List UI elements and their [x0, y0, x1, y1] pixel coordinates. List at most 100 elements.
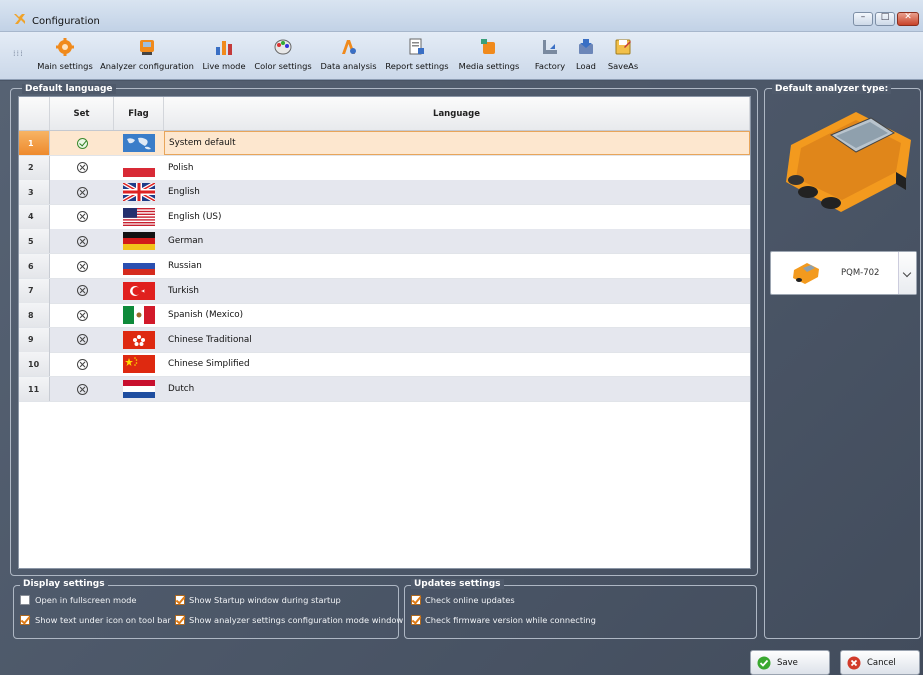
analyzer-config-window-checkbox[interactable]	[175, 615, 185, 625]
table-row[interactable]: 1 System default	[19, 131, 750, 156]
checkmark-icon	[757, 656, 771, 669]
row-number[interactable]: 2	[19, 155, 50, 180]
save-button[interactable]: Save	[750, 650, 830, 675]
fullscreen-checkbox[interactable]	[20, 595, 30, 605]
data-analysis-label: Data analysis	[320, 61, 377, 71]
language-cell: System default	[164, 131, 750, 155]
media-settings-button[interactable]: Media settings	[459, 36, 519, 76]
color-settings-label: Color settings	[254, 61, 312, 71]
set-cell[interactable]	[50, 229, 114, 253]
row-number[interactable]: 3	[19, 180, 50, 205]
set-cell[interactable]	[50, 180, 114, 204]
online-updates-checkbox[interactable]	[411, 595, 421, 605]
analyzer-thumb-icon	[793, 263, 819, 284]
saveas-button[interactable]: SaveAs	[606, 36, 640, 76]
cancel-button[interactable]: Cancel	[840, 650, 920, 675]
cancel-icon	[847, 656, 861, 669]
live-mode-button[interactable]: Live mode	[201, 36, 247, 76]
table-row[interactable]: 2 Polish	[19, 155, 750, 181]
analyzer-type-select[interactable]: PQM-702	[770, 251, 917, 295]
set-cell[interactable]	[50, 254, 114, 278]
row-number[interactable]: 8	[19, 303, 50, 328]
x-circle-icon	[76, 260, 88, 272]
set-cell[interactable]	[50, 377, 114, 401]
main-settings-label: Main settings	[37, 61, 93, 71]
flag-cell	[114, 254, 164, 278]
toolbar: ⁞⁞⁞ Main settings Analyzer configuration…	[0, 32, 923, 80]
set-cell[interactable]	[50, 303, 114, 327]
factory-button[interactable]: Factory	[533, 36, 567, 76]
table-row[interactable]: 5 German	[19, 229, 750, 255]
set-cell[interactable]	[50, 352, 114, 376]
text-under-icon-checkbox[interactable]	[20, 615, 30, 625]
default-analyzer-legend: Default analyzer type:	[772, 84, 892, 94]
set-cell[interactable]	[50, 279, 114, 303]
row-number[interactable]: 1	[19, 131, 50, 155]
maximize-button[interactable]: □	[875, 12, 895, 26]
flag-cell	[114, 156, 164, 180]
app-logo-icon	[14, 14, 25, 24]
grid-header: Set Flag Language	[19, 97, 750, 131]
header-set[interactable]: Set	[50, 97, 114, 130]
minimize-button[interactable]: –	[853, 12, 873, 26]
row-number[interactable]: 10	[19, 352, 50, 377]
set-cell[interactable]	[50, 131, 114, 155]
table-row[interactable]: 4 English (US)	[19, 204, 750, 230]
row-number[interactable]: 5	[19, 229, 50, 254]
close-button[interactable]: ✕	[897, 12, 919, 26]
set-cell[interactable]	[50, 205, 114, 229]
flag-us-icon	[123, 207, 155, 226]
row-number[interactable]: 4	[19, 204, 50, 229]
main-settings-button[interactable]: Main settings	[37, 36, 93, 76]
header-flag[interactable]: Flag	[114, 97, 164, 130]
table-row[interactable]: 3 English	[19, 180, 750, 206]
x-circle-icon	[76, 285, 88, 297]
media-settings-label: Media settings	[458, 61, 520, 71]
flag-tr-icon	[123, 281, 155, 300]
firmware-version-checkbox[interactable]	[411, 615, 421, 625]
flag-world-icon	[123, 134, 155, 152]
analyzer-config-window-label: Show analyzer settings configuration mod…	[189, 615, 404, 625]
analyzer-device-image	[786, 112, 911, 212]
toolbar-grip[interactable]: ⁞⁞⁞	[13, 49, 24, 58]
flag-cell	[114, 180, 164, 204]
flag-nl-icon	[123, 380, 155, 398]
language-cell: German	[168, 236, 204, 247]
updates-settings-group	[404, 585, 757, 639]
row-number[interactable]: 7	[19, 278, 50, 303]
set-cell[interactable]	[50, 156, 114, 180]
language-cell: Polish	[168, 162, 194, 173]
analyzer-configuration-button[interactable]: Analyzer configuration	[100, 36, 194, 76]
firmware-version-label: Check firmware version while connecting	[425, 615, 596, 625]
color-settings-button[interactable]: Color settings	[254, 36, 312, 76]
x-circle-icon	[76, 334, 88, 346]
x-circle-icon	[76, 162, 88, 174]
language-cell: Dutch	[168, 384, 195, 394]
table-row[interactable]: 6 Russian	[19, 254, 750, 279]
x-circle-icon	[76, 186, 88, 198]
table-row[interactable]: 8 Spanish (Mexico)	[19, 303, 750, 329]
row-number[interactable]: 11	[19, 377, 50, 401]
x-circle-icon	[76, 235, 88, 247]
language-cell: English	[168, 187, 200, 198]
row-number[interactable]: 6	[19, 254, 50, 278]
row-number[interactable]: 9	[19, 327, 50, 352]
default-language-legend: Default language	[22, 84, 116, 94]
fullscreen-label: Open in fullscreen mode	[35, 595, 137, 605]
table-row[interactable]: 7 Turkish	[19, 278, 750, 304]
chevron-down-icon[interactable]	[898, 252, 916, 294]
table-row[interactable]: 10 Chinese Simplified	[19, 352, 750, 378]
table-row[interactable]: 11 Dutch	[19, 377, 750, 402]
factory-label: Factory	[534, 61, 566, 71]
load-button[interactable]: Load	[574, 36, 598, 76]
text-under-icon-label: Show text under icon on tool bar	[35, 615, 171, 625]
analyzer-configuration-label: Analyzer configuration	[100, 61, 194, 71]
set-cell[interactable]	[50, 328, 114, 352]
data-analysis-button[interactable]: Data analysis	[320, 36, 377, 76]
startup-window-checkbox[interactable]	[175, 595, 185, 605]
flag-cell	[114, 303, 164, 327]
table-row[interactable]: 9 Chinese Traditional	[19, 327, 750, 353]
report-settings-button[interactable]: Report settings	[385, 36, 449, 76]
header-language[interactable]: Language	[164, 97, 750, 130]
x-circle-icon	[76, 211, 88, 223]
